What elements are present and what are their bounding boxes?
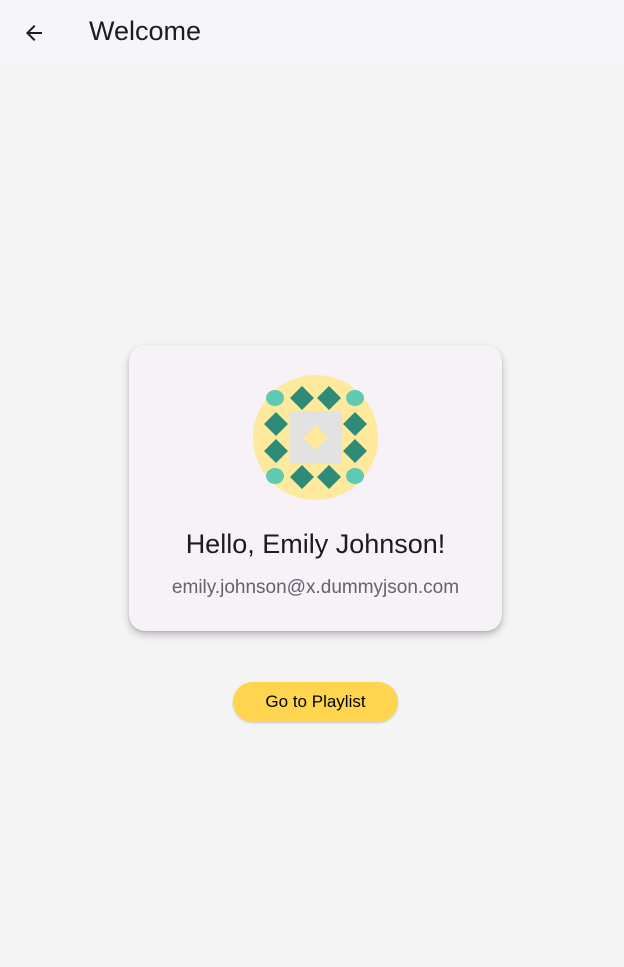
greeting-text: Hello, Emily Johnson! — [185, 529, 446, 559]
avatar — [253, 375, 378, 500]
geometric-pattern-avatar-icon — [253, 375, 378, 500]
back-arrow-icon — [26, 25, 42, 41]
app-bar: Welcome — [0, 0, 624, 66]
page-title: Welcome — [89, 16, 202, 46]
go-to-playlist-button[interactable]: Go to Playlist — [233, 682, 398, 722]
profile-card: Hello, Emily Johnson! emily.johnson@x.du… — [129, 345, 502, 631]
email-text: emily.johnson@x.dummyjson.com — [171, 577, 460, 598]
back-button[interactable] — [14, 13, 54, 53]
